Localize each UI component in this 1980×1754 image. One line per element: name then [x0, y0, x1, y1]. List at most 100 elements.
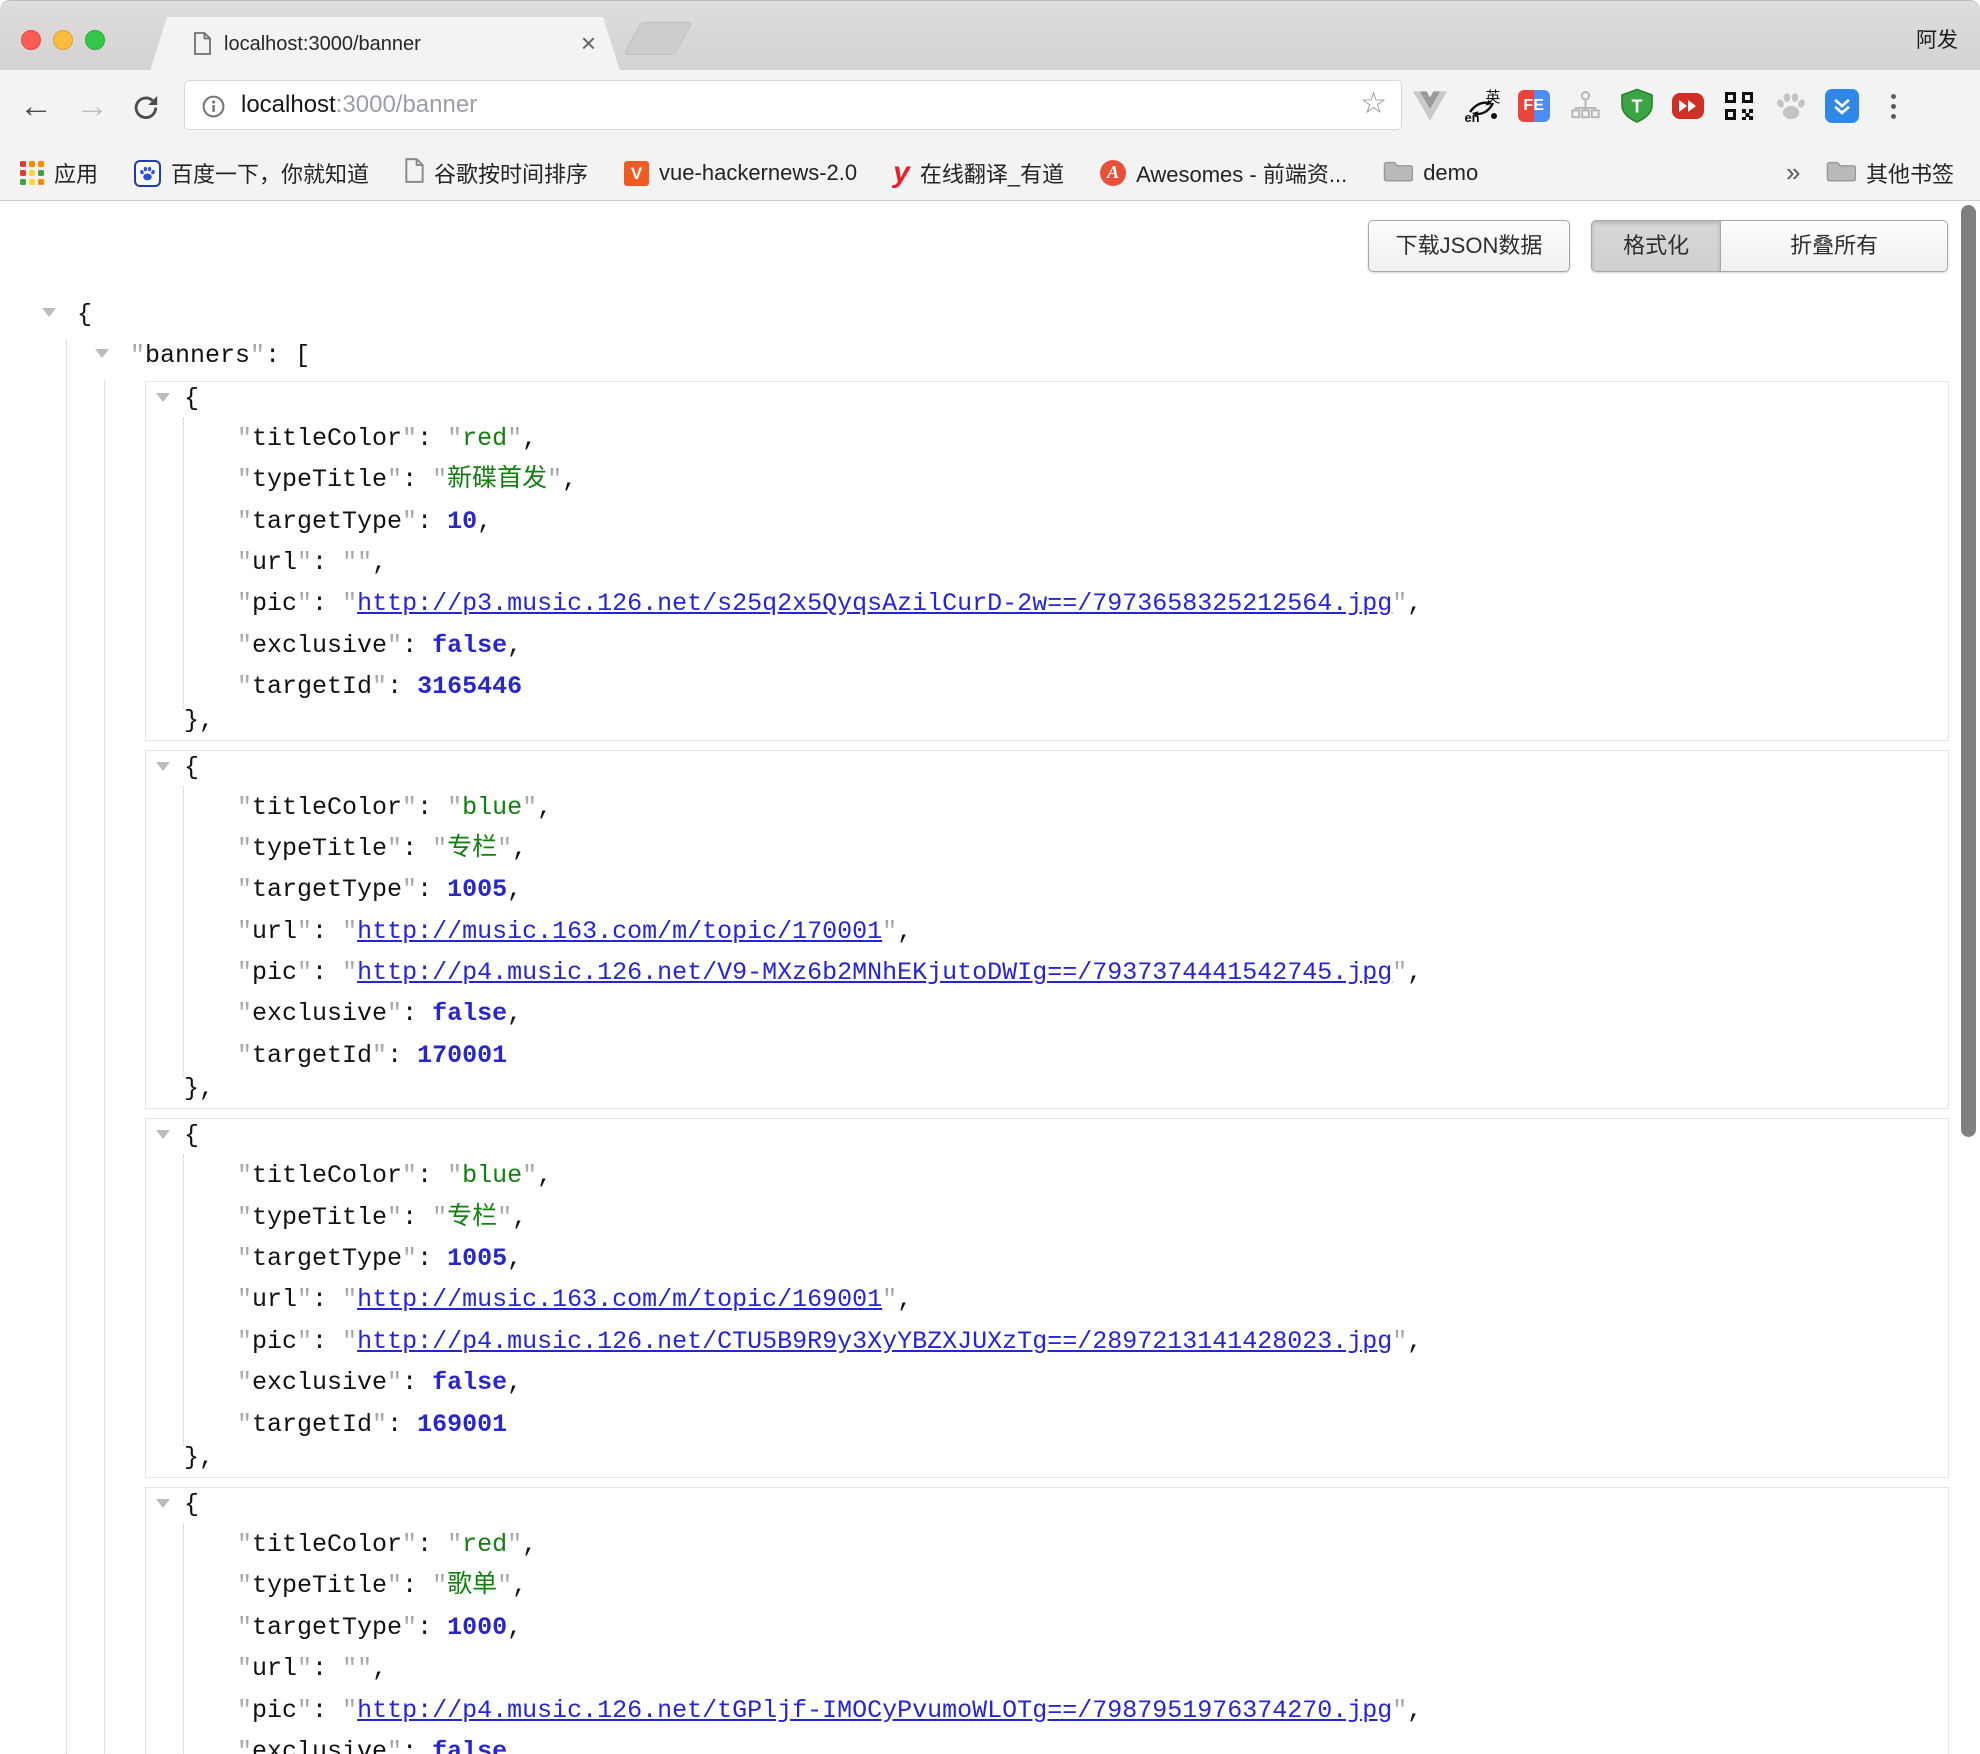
bookmark-label: demo: [1423, 160, 1478, 186]
json-literal-value: false: [432, 631, 507, 660]
url-host: localhost: [241, 91, 336, 118]
json-line: {: [146, 1119, 1948, 1155]
json-string-value: blue: [462, 793, 522, 822]
json-key: titleColor: [252, 793, 402, 822]
apps-grid-icon: [20, 161, 44, 185]
profile-name[interactable]: 阿发: [1916, 13, 1958, 69]
bookmark-baidu[interactable]: 百度一下，你就知道: [134, 157, 369, 189]
banner-fields: "titleColor": "red","typeTitle": "歌单","t…: [183, 1524, 1948, 1754]
json-link-value[interactable]: http://p3.music.126.net/s25q2x5QyqsAzilC…: [357, 589, 1392, 618]
url-text[interactable]: localhost:3000/banner: [241, 81, 477, 129]
json-link-value[interactable]: http://p4.music.126.net/CTU5B9R9y3XyYBZX…: [357, 1327, 1392, 1356]
banner-fields: "titleColor": "blue","typeTitle": "专栏","…: [183, 1155, 1948, 1445]
json-line: },: [146, 1076, 1948, 1108]
json-link-value[interactable]: http://p4.music.126.net/V9-MXz6b2MNhEKju…: [357, 958, 1392, 987]
json-field-typeTitle: "typeTitle": "专栏",: [237, 828, 1948, 869]
collapse-toggle-icon[interactable]: [156, 762, 170, 771]
json-link-value[interactable]: http://music.163.com/m/topic/169001: [357, 1285, 882, 1314]
json-line: },: [146, 1445, 1948, 1477]
banner-item: {"titleColor": "blue","typeTitle": "专栏",…: [145, 750, 1949, 1110]
json-field-titleColor: "titleColor": "red",: [237, 1524, 1948, 1565]
tab-title: localhost:3000/banner: [224, 17, 421, 71]
browser-menu-icon[interactable]: [1876, 88, 1912, 125]
browser-tab[interactable]: localhost:3000/banner ×: [150, 17, 620, 71]
json-field-titleColor: "titleColor": "blue",: [237, 1155, 1948, 1196]
json-field-pic: "pic": "http://p4.music.126.net/V9-MXz6b…: [237, 952, 1948, 993]
forward-icon[interactable]: →: [70, 70, 114, 146]
youdao-icon: y: [893, 160, 910, 186]
json-line: },: [146, 708, 1948, 740]
json-key: titleColor: [252, 1161, 402, 1190]
json-string-value: 专栏: [447, 834, 497, 863]
json-key: targetType: [252, 1613, 402, 1642]
indent-guide: [66, 340, 67, 1754]
back-icon[interactable]: ←: [14, 70, 58, 146]
json-field-targetId: "targetId": 170001: [237, 1035, 1948, 1076]
json-key: targetId: [252, 672, 372, 701]
paw-extension-icon[interactable]: [1773, 88, 1809, 125]
collapse-toggle-icon[interactable]: [156, 1130, 170, 1139]
json-line: {: [146, 382, 1948, 418]
json-field-pic: "pic": "http://p4.music.126.net/tGPljf-I…: [237, 1690, 1948, 1731]
bookmark-google-sort[interactable]: 谷歌按时间排序: [405, 157, 588, 189]
json-key: exclusive: [252, 1368, 387, 1397]
json-link-value[interactable]: http://music.163.com/m/topic/170001: [357, 917, 882, 946]
bookmark-label: 应用: [54, 157, 98, 189]
json-field-typeTitle: "typeTitle": "新碟首发",: [237, 459, 1948, 500]
tampermonkey-shield-icon[interactable]: T: [1618, 88, 1654, 125]
json-literal-value: 169001: [417, 1410, 507, 1439]
vue-badge-icon: V: [624, 161, 649, 186]
zoom-window-button[interactable]: [85, 30, 105, 50]
collapse-all-button[interactable]: 折叠所有: [1720, 221, 1947, 271]
json-literal-value: false: [432, 1737, 507, 1754]
translate-extension-icon[interactable]: en英: [1463, 88, 1500, 125]
fe-extension-icon[interactable]: FE: [1515, 88, 1551, 125]
sitemap-extension-icon[interactable]: [1567, 88, 1603, 125]
collapse-toggle-icon[interactable]: [156, 393, 170, 402]
format-button[interactable]: 格式化: [1592, 221, 1720, 271]
json-literal-value: 1005: [447, 1244, 507, 1273]
download-manager-icon[interactable]: [1824, 88, 1860, 125]
bookmark-awesomes[interactable]: A Awesomes - 前端资...: [1100, 157, 1347, 189]
qr-code-icon[interactable]: [1721, 88, 1757, 125]
bookmark-vue-hackernews[interactable]: V vue-hackernews-2.0: [624, 160, 857, 186]
json-key: titleColor: [252, 424, 402, 453]
tab-close-icon[interactable]: ×: [581, 17, 596, 71]
bookmark-youdao[interactable]: y 在线翻译_有道: [893, 157, 1064, 189]
bookmarks-overflow-icon[interactable]: »: [1786, 146, 1800, 200]
extensions-strip: en英 FE T: [1412, 78, 1912, 134]
json-literal-value: false: [432, 1368, 507, 1397]
close-window-button[interactable]: [21, 30, 41, 50]
json-key: typeTitle: [252, 1571, 387, 1600]
json-key: url: [252, 548, 297, 577]
vue-devtools-icon[interactable]: [1412, 88, 1448, 125]
json-field-exclusive: "exclusive": false,: [237, 625, 1948, 666]
video-downloader-icon[interactable]: [1670, 88, 1706, 125]
reload-icon[interactable]: [132, 94, 160, 127]
vertical-scrollbar-thumb[interactable]: [1961, 205, 1976, 1137]
banner-fields: "titleColor": "blue","typeTitle": "专栏","…: [183, 787, 1948, 1077]
minimize-window-button[interactable]: [53, 30, 73, 50]
other-bookmarks-folder[interactable]: 其他书签: [1826, 146, 1954, 200]
bookmark-apps[interactable]: 应用: [20, 157, 98, 189]
bookmark-folder-demo[interactable]: demo: [1383, 158, 1478, 189]
json-string-value: 专栏: [447, 1203, 497, 1232]
banner-item: {"titleColor": "blue","typeTitle": "专栏",…: [145, 1118, 1949, 1478]
collapse-toggle-icon[interactable]: [95, 349, 109, 358]
json-field-url: "url": "",: [237, 542, 1948, 583]
bookmark-star-icon[interactable]: ☆: [1360, 81, 1387, 129]
json-field-typeTitle: "typeTitle": "专栏",: [237, 1197, 1948, 1238]
json-string-value: blue: [462, 1161, 522, 1190]
new-tab-button[interactable]: [623, 22, 693, 55]
address-bar[interactable]: localhost:3000/banner ☆: [184, 80, 1402, 130]
json-field-pic: "pic": "http://p3.music.126.net/s25q2x5Q…: [237, 583, 1948, 624]
download-json-button[interactable]: 下载JSON数据: [1368, 220, 1570, 272]
view-mode-button-group: 格式化 折叠所有: [1591, 220, 1948, 272]
json-tree: {"banners": [{"titleColor": "red","typeT…: [0, 294, 1980, 1754]
info-icon[interactable]: [201, 94, 226, 124]
json-link-value[interactable]: http://p4.music.126.net/tGPljf-IMOCyPvum…: [357, 1696, 1392, 1725]
json-key: typeTitle: [252, 1203, 387, 1232]
collapse-toggle-icon[interactable]: [156, 1499, 170, 1508]
banner-item: {"titleColor": "red","typeTitle": "歌单","…: [145, 1487, 1949, 1754]
collapse-toggle-icon[interactable]: [42, 308, 56, 317]
